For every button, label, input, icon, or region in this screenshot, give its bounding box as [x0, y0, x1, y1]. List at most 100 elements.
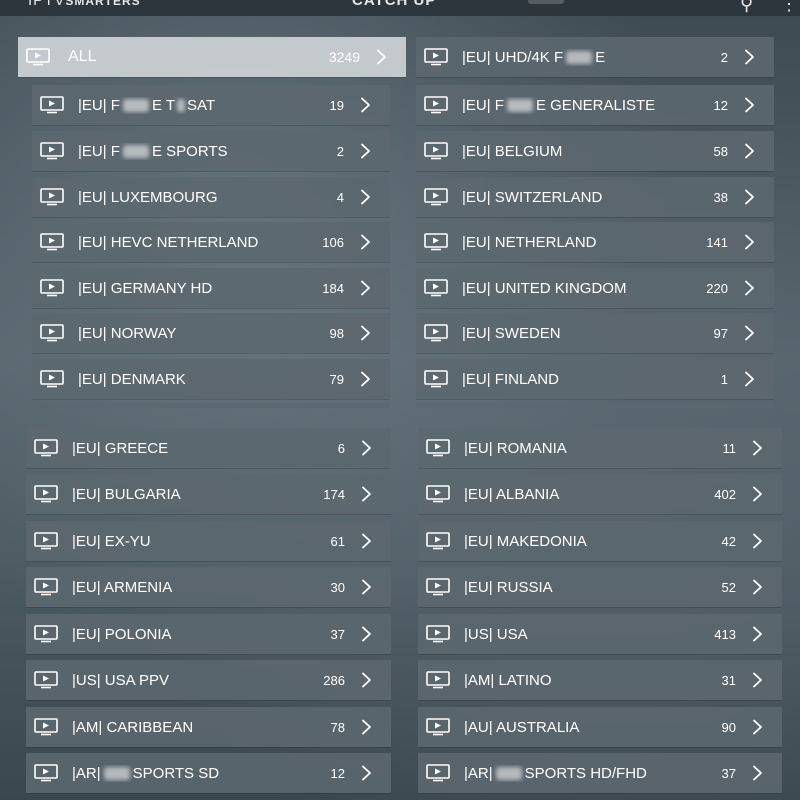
chevron-right-icon: [745, 97, 754, 113]
category-row-eu-finland[interactable]: |EU| FINLAND 1: [416, 359, 774, 399]
more-vertical-icon[interactable]: ⋮: [780, 0, 798, 15]
category-row-eu-uhd-4k[interactable]: |EU| UHD/4K F E 2: [416, 37, 774, 77]
category-count: 19: [329, 97, 344, 113]
category-count: 2: [720, 49, 728, 65]
category-name: |EU| RUSSIA: [464, 579, 722, 596]
logo-main: IPTV: [28, 0, 66, 9]
tv-icon: [426, 764, 450, 782]
category-row-eu-germany-hd[interactable]: |EU| GERMANY HD 184: [32, 268, 390, 308]
category-name-text: |EU| POLONIA: [72, 625, 172, 643]
category-name: ALL: [68, 48, 329, 66]
category-row-ar-sports-hd-fhd[interactable]: |AR| SPORTS HD/FHD 37: [418, 753, 782, 793]
category-row-eu-norway[interactable]: |EU| NORWAY 98: [32, 313, 390, 353]
category-row-eu-united-kingdom[interactable]: |EU| UNITED KINGDOM 220: [416, 268, 774, 308]
category-name: |EU| NORWAY: [78, 325, 330, 342]
category-count: 220: [706, 280, 728, 296]
page-title: CATCH UP: [352, 0, 437, 9]
category-name: |EU| SWITZERLAND: [462, 189, 714, 206]
category-count: 6: [337, 440, 345, 456]
tv-icon: [26, 48, 50, 66]
chevron-right-icon: [362, 486, 371, 502]
category-name: |EU| ARMENIA: [72, 579, 331, 596]
category-name-text: |EU| F: [78, 142, 120, 160]
category-row-eu-albania[interactable]: |EU| ALBANIA 402: [418, 474, 782, 514]
chevron-right-icon: [753, 486, 762, 502]
search-icon[interactable]: ⚲: [740, 0, 753, 15]
category-row-us-usa[interactable]: |US| USA 413: [418, 614, 782, 654]
category-name: |EU| F E GENERALISTE: [462, 97, 714, 114]
tv-icon: [34, 671, 58, 689]
category-row-eu-polonia[interactable]: |EU| POLONIA 37: [26, 614, 391, 654]
category-name-text: |EU| UNITED KINGDOM: [462, 279, 627, 297]
category-row-eu-denmark[interactable]: |EU| DENMARK 79: [32, 359, 390, 399]
category-row-eu-romania[interactable]: |EU| ROMANIA 11: [418, 428, 782, 468]
category-name-text: |EU| LUXEMBOURG: [78, 188, 218, 206]
category-name-text: |AM| LATINO: [464, 671, 552, 689]
category-count: 97: [713, 325, 728, 341]
category-count: 2: [336, 143, 344, 159]
category-name: |US| USA: [464, 626, 714, 643]
category-count: 90: [721, 719, 736, 735]
category-name: |EU| HEVC NETHERLAND: [78, 234, 322, 251]
category-name: |AU| AUSTRALIA: [464, 719, 722, 736]
category-name-text: |EU| UHD/4K F: [462, 48, 564, 66]
category-row-us-usa-ppv[interactable]: |US| USA PPV 286: [26, 660, 391, 700]
category-row-au-australia[interactable]: |AU| AUSTRALIA 90: [418, 707, 782, 747]
category-row-eu-makedonia[interactable]: |EU| MAKEDONIA 42: [418, 521, 782, 561]
category-row-eu-greece[interactable]: |EU| GREECE 6: [26, 428, 391, 468]
obscured-text: [122, 145, 149, 159]
category-row-eu-france-generaliste[interactable]: |EU| F E GENERALISTE 12: [416, 85, 774, 125]
category-row-eu-switzerland[interactable]: |EU| SWITZERLAND 38: [416, 177, 774, 217]
chevron-right-icon: [377, 49, 386, 65]
chevron-right-icon: [753, 533, 762, 549]
category-name-text: |EU| SWEDEN: [462, 324, 561, 342]
chevron-right-icon: [361, 280, 370, 296]
tv-icon: [34, 532, 58, 550]
category-row-eu-france-sports[interactable]: |EU| F E SPORTS 2: [32, 131, 390, 171]
category-name: |EU| SWEDEN: [462, 325, 714, 342]
obscured-text: [495, 767, 522, 781]
category-name-text: |EU| EX-YU: [72, 532, 151, 550]
category-name: |EU| GREECE: [72, 440, 338, 457]
obscured-text: [506, 99, 533, 113]
category-name: |AR| SPORTS HD/FHD: [464, 765, 722, 782]
category-row-eu-hevc-netherland[interactable]: |EU| HEVC NETHERLAND 106: [32, 222, 390, 262]
tv-icon: [34, 485, 58, 503]
category-count: 37: [330, 626, 345, 642]
category-name: |EU| UNITED KINGDOM: [462, 280, 706, 297]
category-name: |EU| ALBANIA: [464, 486, 714, 503]
category-row-eu-russia[interactable]: |EU| RUSSIA 52: [418, 567, 782, 607]
tv-icon: [424, 142, 448, 160]
chevron-right-icon: [753, 626, 762, 642]
category-row-eu-luxembourg[interactable]: |EU| LUXEMBOURG 4: [32, 177, 390, 217]
category-row-eu-sweden[interactable]: |EU| SWEDEN 97: [416, 313, 774, 353]
chevron-right-icon: [361, 371, 370, 387]
chevron-right-icon: [745, 325, 754, 341]
chevron-right-icon: [753, 765, 762, 781]
category-row-eu-bulgaria[interactable]: |EU| BULGARIA 174: [26, 474, 391, 514]
category-row-all[interactable]: ALL 3249: [18, 37, 406, 77]
category-count: 141: [706, 234, 728, 250]
tv-icon: [424, 188, 448, 206]
category-name-text: |EU| ALBANIA: [464, 485, 560, 503]
category-name-text: |US| USA PPV: [72, 671, 169, 689]
category-row-eu-ex-yu[interactable]: |EU| EX-YU 61: [26, 521, 391, 561]
category-name: |EU| GERMANY HD: [78, 280, 322, 297]
tv-icon: [424, 370, 448, 388]
category-count: 106: [322, 234, 344, 250]
obscured-text: [177, 99, 186, 113]
category-name-text: |EU| DENMARK: [78, 370, 186, 388]
tv-icon: [424, 233, 448, 251]
category-count: 413: [714, 626, 736, 642]
category-row-eu-belgium[interactable]: |EU| BELGIUM 58: [416, 131, 774, 171]
category-row-am-latino[interactable]: |AM| LATINO 31: [418, 660, 782, 700]
category-row-eu-netherland[interactable]: |EU| NETHERLAND 141: [416, 222, 774, 262]
category-row-eu-armenia[interactable]: |EU| ARMENIA 30: [26, 567, 391, 607]
category-row-am-caribbean[interactable]: |AM| CARIBBEAN 78: [26, 707, 391, 747]
chevron-right-icon: [753, 440, 762, 456]
category-name: |EU| F E T SAT: [78, 97, 330, 114]
obscured-text: [122, 99, 149, 113]
category-row-eu-france-tnt-sat[interactable]: |EU| F E T SAT 19: [32, 85, 390, 125]
tv-icon: [426, 625, 450, 643]
category-row-ar-sports-sd[interactable]: |AR| SPORTS SD 12: [26, 753, 391, 793]
